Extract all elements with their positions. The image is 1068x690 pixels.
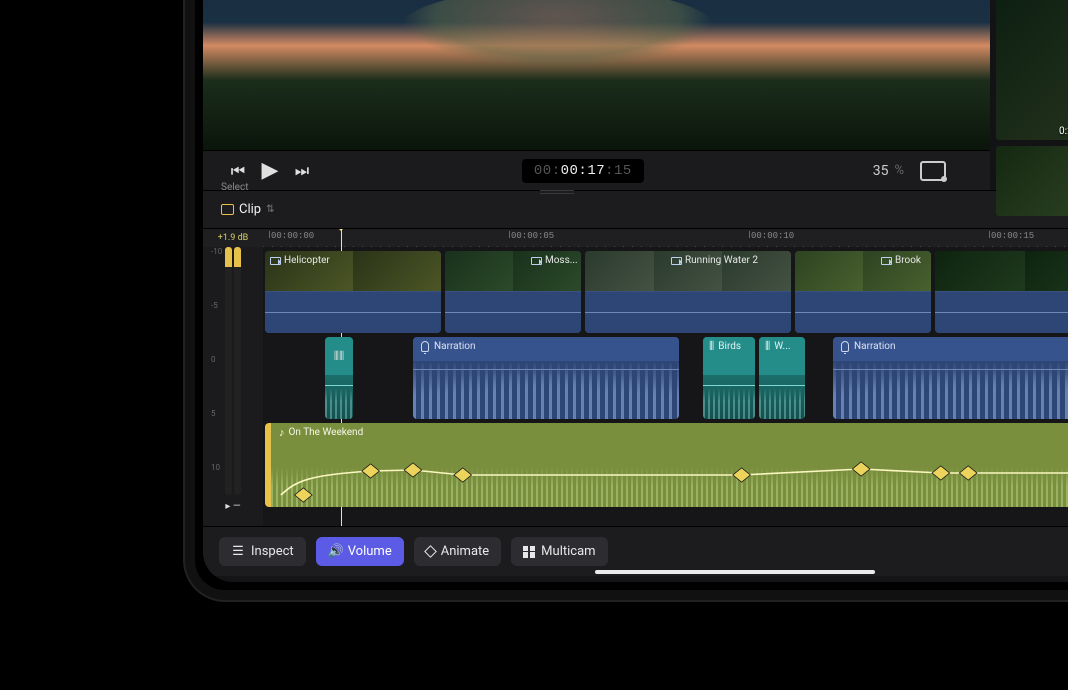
meter-db-label: +1.9 dB — [203, 229, 263, 247]
speaker-icon: 🔊 — [328, 544, 342, 559]
preview-video[interactable] — [203, 0, 990, 150]
clip-label: W... — [774, 341, 790, 352]
multicam-icon — [523, 546, 535, 558]
video-clip[interactable]: Moss... — [445, 251, 581, 333]
camera-icon — [531, 257, 542, 265]
ruler-tick: 00:00:05 — [511, 231, 554, 241]
timecode-hour: 00: — [534, 163, 561, 179]
waveform-icon: ⦀⦀ — [334, 350, 345, 362]
camera-icon — [270, 257, 281, 265]
button-label: Inspect — [251, 544, 294, 559]
timecode-frames: :15 — [605, 163, 632, 179]
camera-icon — [671, 257, 682, 265]
waveform-icon: ⦀ — [765, 340, 770, 352]
media-thumbnail[interactable]: 0:25 — [996, 0, 1068, 140]
clip-label: Narration — [854, 341, 896, 352]
clip-icon — [221, 204, 234, 215]
chevron-updown-icon: ⇅ — [266, 204, 274, 215]
video-clip[interactable] — [935, 251, 1068, 333]
select-mode-label: Select — [221, 182, 248, 193]
audio-clip[interactable]: ⦀⦀ — [325, 337, 353, 419]
clip-label: Birds — [718, 341, 741, 352]
button-label: Animate — [441, 544, 489, 559]
select-mode-picker[interactable]: Clip ⇅ — [221, 202, 274, 217]
narration-clip[interactable]: Narration — [833, 337, 1068, 419]
music-clip[interactable]: ♪ On The Weekend — [265, 423, 1068, 507]
meter-play-marker-icon: ▸ — — [203, 501, 263, 512]
waveform-icon: ⦀ — [709, 340, 714, 352]
camera-icon — [881, 257, 892, 265]
timeline[interactable]: 00:00:00 00:00:05 00:00:10 00:00:15 — [263, 229, 1068, 526]
video-clip[interactable]: Helicopter — [265, 251, 441, 333]
play-button[interactable]: ▶ — [259, 158, 281, 183]
ruler-tick: 00:00:00 — [271, 231, 314, 241]
thumbnail-duration: 0:25 — [1059, 126, 1068, 137]
media-browser: 0:24 0:07 0:25 0:26 — [990, 0, 1068, 190]
home-indicator[interactable] — [595, 570, 875, 574]
zoom-unit: % — [894, 163, 904, 178]
keyframe-icon — [424, 545, 437, 558]
button-label: Multicam — [541, 544, 595, 559]
clip-label: Narration — [434, 341, 476, 352]
clip-label: Brook — [895, 255, 921, 266]
audio-meter: +1.9 dB -10-50510 ▸ — — [203, 229, 263, 526]
prev-frame-button[interactable]: ⏮ — [227, 161, 249, 181]
video-clip[interactable]: Brook — [795, 251, 931, 333]
music-track: ♪ On The Weekend — [265, 423, 1068, 507]
timeline-ruler[interactable]: 00:00:00 00:00:05 00:00:10 00:00:15 — [263, 229, 1068, 247]
transport-bar: ⏮ ▶ ⏭ 00:00:17:15 35 % — [203, 150, 990, 190]
timeline-header: Select Clip ⇅ West Coast 03:11 i — [203, 190, 1068, 228]
timecode-minsec: 00:17 — [561, 163, 606, 179]
clip-label: Running Water 2 — [685, 255, 758, 266]
clip-label: Helicopter — [284, 255, 330, 266]
bottom-toolbar: ☰ Inspect 🔊 Volume Animate Multicam — [203, 526, 1068, 576]
next-frame-button[interactable]: ⏭ — [291, 161, 313, 181]
volume-button[interactable]: 🔊 Volume — [316, 537, 404, 566]
video-track: Helicopter Moss... Running Water 2 — [265, 251, 1068, 333]
viewer-fit-button[interactable] — [920, 161, 946, 181]
mic-icon — [421, 341, 429, 352]
ruler-tick: 00:00:10 — [751, 231, 794, 241]
timecode-display[interactable]: 00:00:17:15 — [522, 159, 644, 183]
select-mode-value: Clip — [239, 202, 261, 217]
multicam-button[interactable]: Multicam — [511, 537, 607, 566]
clip-label: Moss... — [545, 255, 578, 266]
sliders-icon: ☰ — [231, 544, 245, 559]
button-label: Volume — [348, 544, 392, 559]
mic-icon — [841, 341, 849, 352]
audio-clip[interactable]: ⦀ Birds — [703, 337, 755, 419]
audio-track: ⦀⦀ Narration ⦀ Birds — [265, 337, 1068, 419]
audio-clip[interactable]: ⦀ W... — [759, 337, 805, 419]
animate-button[interactable]: Animate — [414, 537, 501, 566]
ruler-tick: 00:00:15 — [991, 231, 1034, 241]
media-thumbnail[interactable] — [996, 146, 1068, 216]
inspect-button[interactable]: ☰ Inspect — [219, 537, 306, 566]
zoom-control[interactable]: 35 % — [873, 163, 904, 179]
drag-handle-icon[interactable] — [540, 190, 574, 194]
narration-clip[interactable]: Narration — [413, 337, 679, 419]
zoom-value: 35 — [873, 163, 889, 179]
video-clip[interactable]: Running Water 2 — [585, 251, 791, 333]
volume-keyframe-curve[interactable] — [271, 423, 1068, 507]
